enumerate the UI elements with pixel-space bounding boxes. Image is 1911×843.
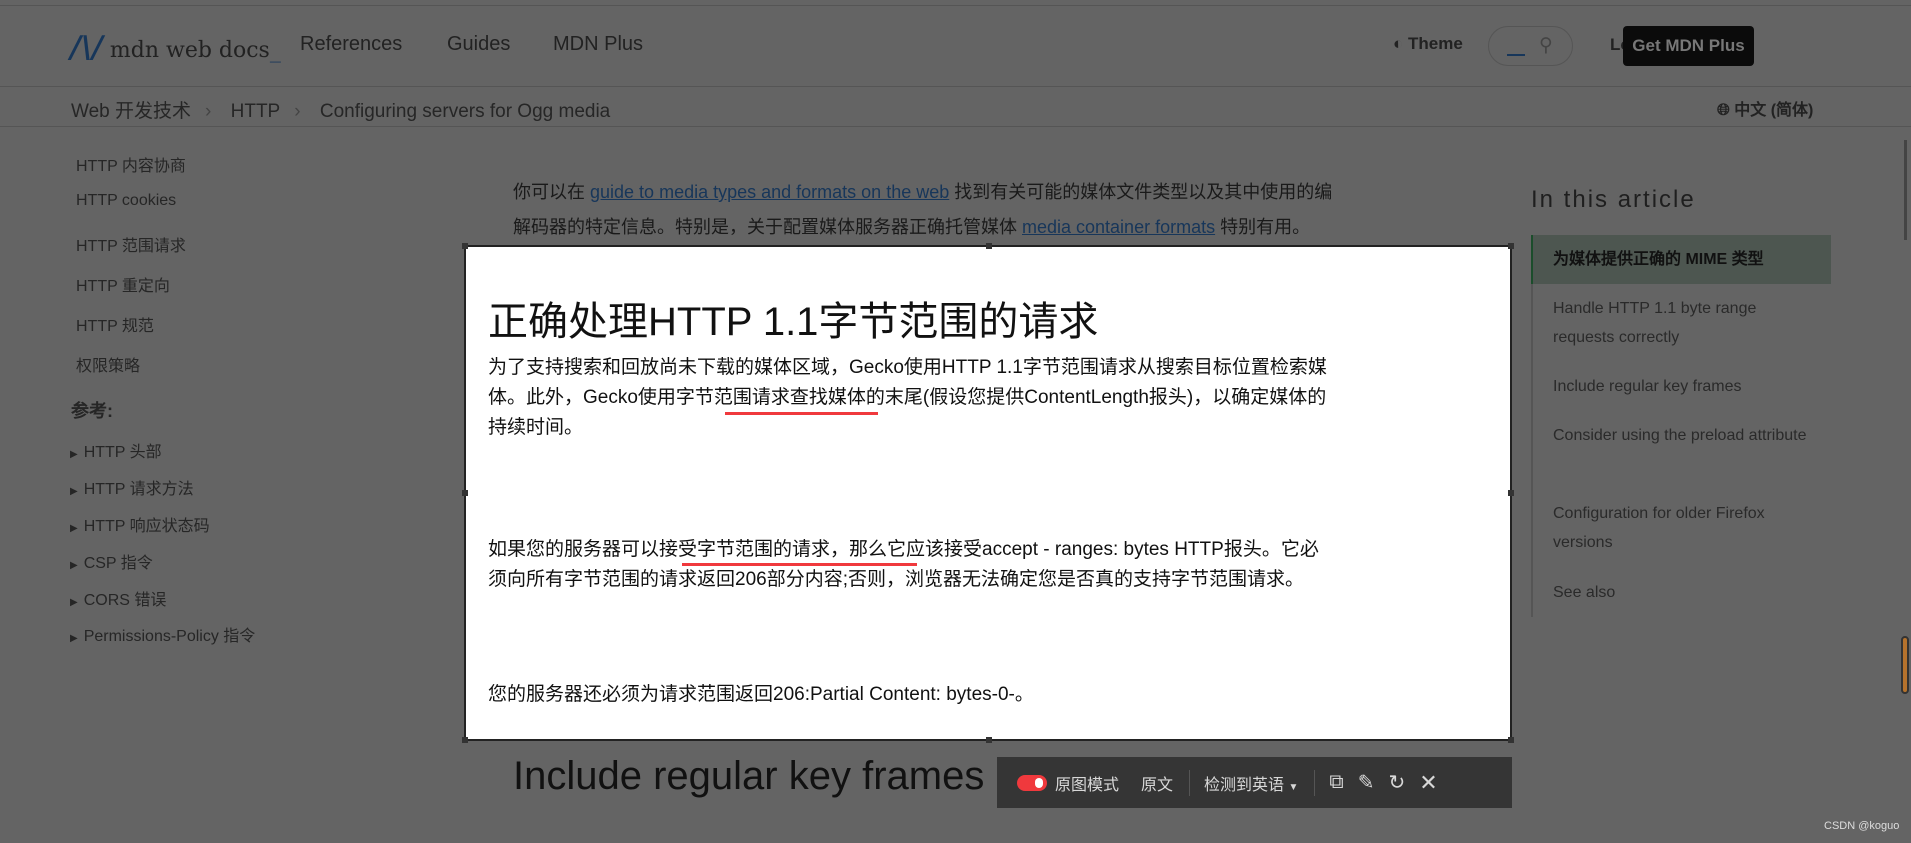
get-mdn-plus-button[interactable]: Get MDN Plus [1623, 26, 1754, 66]
sidebar-group[interactable]: ▶ HTTP 响应状态码 [70, 512, 210, 536]
sidebar-item[interactable]: HTTP 范围请求 [76, 232, 186, 256]
theme-icon: ◐ [1393, 34, 1404, 53]
theme-button[interactable]: ◐ Theme [1393, 34, 1463, 54]
intro-line-1: 你可以在 guide to media types and formats on… [513, 182, 1333, 202]
toc-rail [1531, 235, 1533, 617]
scroll-indicator[interactable] [1901, 636, 1909, 694]
toggle-label: 原图模式 [1055, 776, 1120, 794]
container-formats-link[interactable]: media container formats [1022, 217, 1215, 237]
copy-icon[interactable]: ⧉ [1329, 771, 1343, 794]
section-heading: Include regular key frames [513, 754, 985, 798]
breadcrumb-current[interactable]: Configuring servers for Ogg media [320, 101, 610, 122]
mdn-logo[interactable]: /\/ mdn web docs_ [70, 30, 281, 65]
expand-triangle-icon: ▶ [70, 486, 78, 497]
breadcrumb-http[interactable]: HTTP [231, 101, 281, 122]
toc-item[interactable]: Handle HTTP 1.1 byte range requests corr… [1553, 294, 1813, 352]
sidebar-item[interactable]: HTTP 规范 [76, 312, 154, 336]
overlay-title: 正确处理HTTP 1.1字节范围的请求 [488, 300, 1099, 344]
sidebar-section-title: 参考: [71, 401, 113, 421]
globe-icon: 🌐︎ [1717, 102, 1730, 119]
expand-triangle-icon: ▶ [70, 523, 78, 534]
toc-item-active[interactable]: 为媒体提供正确的 MIME 类型 [1553, 245, 1813, 274]
intro-line-2: 解码器的特定信息。特别是，关于配置媒体服务器正确托管媒体 media conta… [513, 217, 1311, 237]
expand-triangle-icon: ▶ [70, 560, 78, 571]
breadcrumb-web[interactable]: Web 开发技术 [71, 101, 191, 122]
sidebar-group[interactable]: ▶ HTTP 请求方法 [70, 475, 194, 499]
overlay-p1-line: 体。此外，Gecko使用字节范围请求查找媒体的末尾(假设您提供ContentLe… [488, 387, 1327, 408]
close-icon[interactable]: ✕ [1419, 770, 1437, 796]
toc-item[interactable]: Include regular key frames [1553, 372, 1813, 401]
sidebar-item[interactable]: 权限策略 [76, 352, 140, 376]
sidebar-group[interactable]: ▶ CSP 指令 [70, 549, 153, 573]
translation-toolbar: 原图模式 原文 检测到英语 ▼ ⧉ ✎ ↻ ✕ [997, 757, 1512, 808]
search-input[interactable]: ⚲ [1488, 26, 1573, 66]
original-text-button[interactable]: 原文 [1141, 771, 1173, 795]
sidebar-item[interactable]: HTTP 重定向 [76, 272, 170, 296]
breadcrumb: Web 开发技术 › HTTP › Configuring servers for … [71, 101, 611, 122]
logo-mark-icon: /\/ [70, 30, 103, 65]
toc-item[interactable]: Configuration for older Firefox versions [1553, 499, 1813, 557]
expand-triangle-icon: ▶ [70, 597, 78, 608]
sidebar-group[interactable]: ▶ CORS 错误 [70, 586, 166, 610]
refresh-icon[interactable]: ↻ [1388, 770, 1405, 795]
caret-down-icon: ▼ [1288, 781, 1299, 793]
language-detect-dropdown[interactable]: 检测到英语 ▼ [1204, 771, 1298, 795]
translation-overlay: 正确处理HTTP 1.1字节范围的请求 为了支持搜索和回放尚未下载的媒体区域，G… [462, 243, 1514, 743]
toc-item[interactable]: Consider using the preload attribute [1553, 421, 1813, 450]
expand-triangle-icon: ▶ [70, 633, 78, 644]
media-guide-link[interactable]: guide to media types and formats on the … [590, 182, 949, 202]
overlay-p1-line: 为了支持搜索和回放尚未下载的媒体区域，Gecko使用HTTP 1.1字节范围请求… [488, 357, 1327, 378]
toc-title: In this article [1531, 186, 1696, 213]
overlay-p2-line: 须向所有字节范围的请求返回206部分内容;否则，浏览器无法确定您是否真的支持字节… [488, 569, 1304, 590]
nav-mdn-plus[interactable]: MDN Plus [553, 33, 643, 56]
sidebar-item[interactable]: HTTP cookies [76, 192, 176, 210]
sidebar-group[interactable]: ▶ HTTP 头部 [70, 438, 162, 462]
sidebar-item[interactable]: HTTP 内容协商 [76, 152, 186, 176]
nav-references[interactable]: References [300, 33, 402, 56]
watermark: CSDN @koguo [1824, 820, 1900, 832]
original-image-toggle[interactable] [1017, 774, 1047, 791]
sidebar-group[interactable]: ▶ Permissions-Policy 指令 [70, 622, 255, 646]
overlay-p1-line: 持续时间。 [488, 417, 584, 438]
overlay-p2-line: 如果您的服务器可以接受字节范围的请求，那么它应该接受accept - range… [488, 539, 1319, 560]
overlay-p3: 您的服务器还必须为请求范围返回206:Partial Content: byte… [488, 684, 1034, 705]
nav-guides[interactable]: Guides [447, 33, 510, 56]
edit-icon[interactable]: ✎ [1358, 770, 1375, 795]
language-selector[interactable]: 🌐︎ 中文 (简体) [1717, 96, 1813, 120]
search-icon: ⚲ [1539, 35, 1553, 56]
red-underline [682, 563, 917, 566]
scrollbar-thumb[interactable] [1904, 140, 1907, 240]
toc-item[interactable]: See also [1553, 578, 1813, 607]
expand-triangle-icon: ▶ [70, 449, 78, 460]
red-underline [725, 412, 878, 415]
